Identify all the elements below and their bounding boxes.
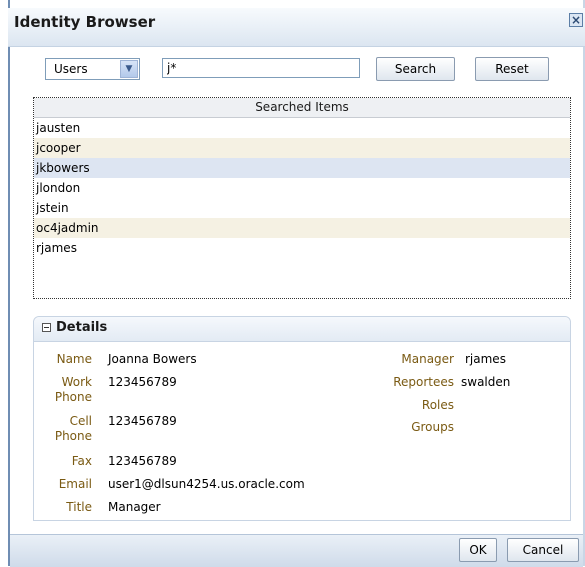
email-value: user1@dlsun4254.us.oracle.com (108, 477, 305, 491)
search-button[interactable]: Search (376, 57, 455, 81)
name-label: Name (56, 352, 92, 366)
list-item[interactable]: oc4jadmin (34, 218, 570, 238)
list-item[interactable]: rjames (34, 238, 570, 258)
details-header[interactable]: Details (34, 317, 570, 342)
cell-phone-value: 123456789 (108, 414, 177, 428)
searched-items-table: Searched Items jausten jcooper jkbowers … (33, 97, 571, 299)
chevron-down-icon[interactable]: ▼ (120, 60, 138, 78)
list-item[interactable]: jlondon (34, 178, 570, 198)
identity-type-value: Users (54, 62, 88, 76)
reportees-value: swalden (461, 375, 511, 389)
fax-value: 123456789 (108, 454, 177, 468)
groups-label: Groups (411, 420, 454, 434)
dialog-title: Identity Browser (14, 13, 156, 31)
dialog-titlebar: Identity Browser (8, 8, 585, 47)
list-item-selected[interactable]: jkbowers (34, 158, 570, 178)
work-phone-value: 123456789 (108, 375, 177, 389)
title-value: Manager (108, 500, 161, 514)
searched-items-header: Searched Items (34, 98, 570, 118)
manager-value: rjames (465, 352, 506, 366)
identity-type-select[interactable]: Users ▼ (45, 58, 140, 80)
close-icon[interactable]: × (569, 13, 583, 27)
cell-phone-label-line1: Cell (69, 414, 92, 428)
search-input[interactable] (162, 58, 360, 78)
list-item[interactable]: jcooper (34, 138, 570, 158)
details-title: Details (56, 320, 108, 335)
title-label: Title (66, 500, 92, 514)
name-value: Joanna Bowers (108, 352, 197, 366)
manager-label: Manager (401, 352, 454, 366)
identity-browser-dialog: Identity Browser × Users ▼ Search Reset … (0, 0, 585, 567)
collapse-icon[interactable] (42, 323, 51, 332)
list-item[interactable]: jausten (34, 118, 570, 138)
dialog-border-left (8, 0, 10, 566)
work-phone-label-line1: Work (61, 375, 92, 389)
reset-button[interactable]: Reset (475, 57, 549, 81)
roles-label: Roles (421, 398, 454, 412)
details-panel: Details Name Joanna Bowers Work Phone 12… (33, 316, 571, 521)
list-item[interactable]: jstein (34, 198, 570, 218)
fax-label: Fax (71, 454, 92, 468)
cancel-button[interactable]: Cancel (507, 538, 579, 562)
ok-button[interactable]: OK (459, 538, 497, 562)
email-label: Email (58, 477, 92, 491)
work-phone-label-line2: Phone (54, 390, 92, 404)
reportees-label: Reportees (393, 375, 454, 389)
dialog-footer (10, 534, 583, 567)
cell-phone-label-line2: Phone (54, 429, 92, 443)
